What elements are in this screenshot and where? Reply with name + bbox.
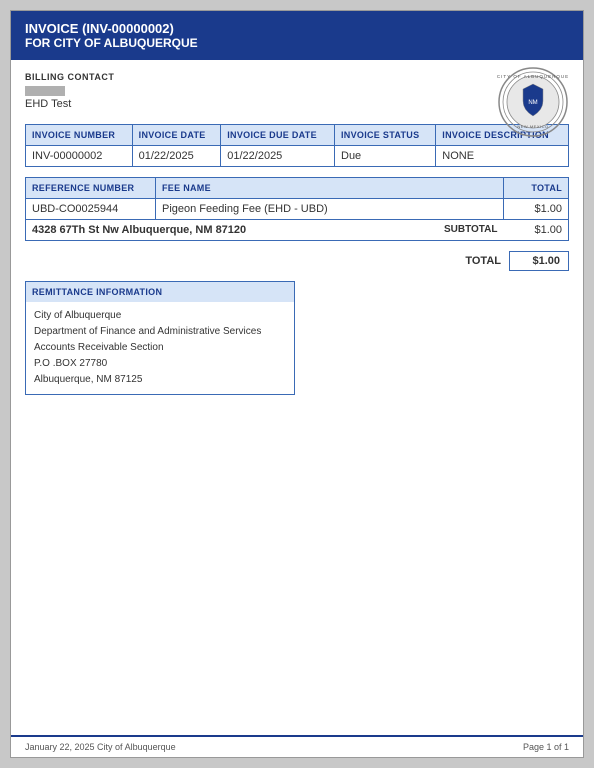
- remittance-body: City of Albuquerque Department of Financ…: [26, 302, 294, 394]
- total-label: TOTAL: [465, 255, 501, 267]
- col-fee-name: FEE NAME: [156, 178, 504, 199]
- svg-text:NEW MEXICO: NEW MEXICO: [517, 124, 548, 129]
- invoice-subtitle: FOR CITY OF ALBUQUERQUE: [25, 36, 569, 50]
- col-invoice-number: INVOICE NUMBER: [26, 125, 133, 146]
- fee-total-value: $1.00: [504, 199, 569, 220]
- invoice-due-date-value: 01/22/2025: [221, 146, 335, 167]
- total-value: $1.00: [509, 251, 569, 271]
- invoice-page: INVOICE (INV-00000002) FOR CITY OF ALBUQ…: [10, 10, 584, 758]
- billing-name: EHD Test: [25, 98, 569, 110]
- invoice-date-value: 01/22/2025: [132, 146, 221, 167]
- svg-text:CITY OF ALBUQUERQUE: CITY OF ALBUQUERQUE: [497, 74, 569, 79]
- subtotal-row: 4328 67Th St Nw Albuquerque, NM 87120 SUB…: [26, 220, 569, 241]
- invoice-status-value: Due: [335, 146, 436, 167]
- fee-table: REFERENCE NUMBER FEE NAME TOTAL UBD-CO00…: [25, 177, 569, 241]
- total-section: TOTAL $1.00: [25, 251, 569, 271]
- footer-right: Page 1 of 1: [523, 742, 569, 752]
- remittance-header: REMITTANCE INFORMATION: [26, 282, 294, 302]
- invoice-details-table: INVOICE NUMBER INVOICE DATE INVOICE DUE …: [25, 124, 569, 167]
- invoice-description-value: NONE: [436, 146, 569, 167]
- invoice-title: INVOICE (INV-00000002): [25, 21, 569, 36]
- svg-text:NM: NM: [528, 100, 537, 106]
- remittance-box: REMITTANCE INFORMATION City of Albuquerq…: [25, 281, 295, 395]
- invoice-details-row: INV-00000002 01/22/2025 01/22/2025 Due N…: [26, 146, 569, 167]
- invoice-header: INVOICE (INV-00000002) FOR CITY OF ALBUQ…: [11, 11, 583, 60]
- fee-name-value: Pigeon Feeding Fee (EHD - UBD): [156, 199, 504, 220]
- fee-row: UBD-CO0025944 Pigeon Feeding Fee (EHD - …: [26, 199, 569, 220]
- col-invoice-due-date: INVOICE DUE DATE: [221, 125, 335, 146]
- col-invoice-status: INVOICE STATUS: [335, 125, 436, 146]
- city-seal: NM CITY OF ALBUQUERQUE NEW MEXICO: [497, 66, 569, 138]
- col-ref-number: REFERENCE NUMBER: [26, 178, 156, 199]
- invoice-body: BILLING CONTACT EHD Test NM CITY OF ALBU…: [11, 60, 583, 735]
- invoice-footer: January 22, 2025 City of Albuquerque Pag…: [11, 735, 583, 757]
- remittance-section: REMITTANCE INFORMATION City of Albuquerq…: [25, 281, 569, 395]
- subtotal-value: $1.00: [504, 220, 569, 241]
- subtotal-address-label: 4328 67Th St Nw Albuquerque, NM 87120 SUB…: [26, 220, 504, 241]
- col-invoice-date: INVOICE DATE: [132, 125, 221, 146]
- remittance-line-1: City of Albuquerque: [34, 308, 286, 324]
- subtotal-text: SUBTOTAL: [444, 224, 498, 235]
- billing-section: BILLING CONTACT EHD Test NM CITY OF ALBU…: [25, 72, 569, 110]
- remittance-line-4: P.O .BOX 27780: [34, 356, 286, 372]
- remittance-line-5: Albuquerque, NM 87125: [34, 372, 286, 388]
- billing-label: BILLING CONTACT: [25, 72, 569, 82]
- fee-address: 4328 67Th St Nw Albuquerque, NM 87120: [32, 224, 246, 236]
- remittance-line-2: Department of Finance and Administrative…: [34, 324, 286, 340]
- col-total: TOTAL: [504, 178, 569, 199]
- invoice-number-value: INV-00000002: [26, 146, 133, 167]
- footer-left: January 22, 2025 City of Albuquerque: [25, 742, 176, 752]
- fee-ref-value: UBD-CO0025944: [26, 199, 156, 220]
- remittance-line-3: Accounts Receivable Section: [34, 340, 286, 356]
- billing-bar: [25, 86, 65, 96]
